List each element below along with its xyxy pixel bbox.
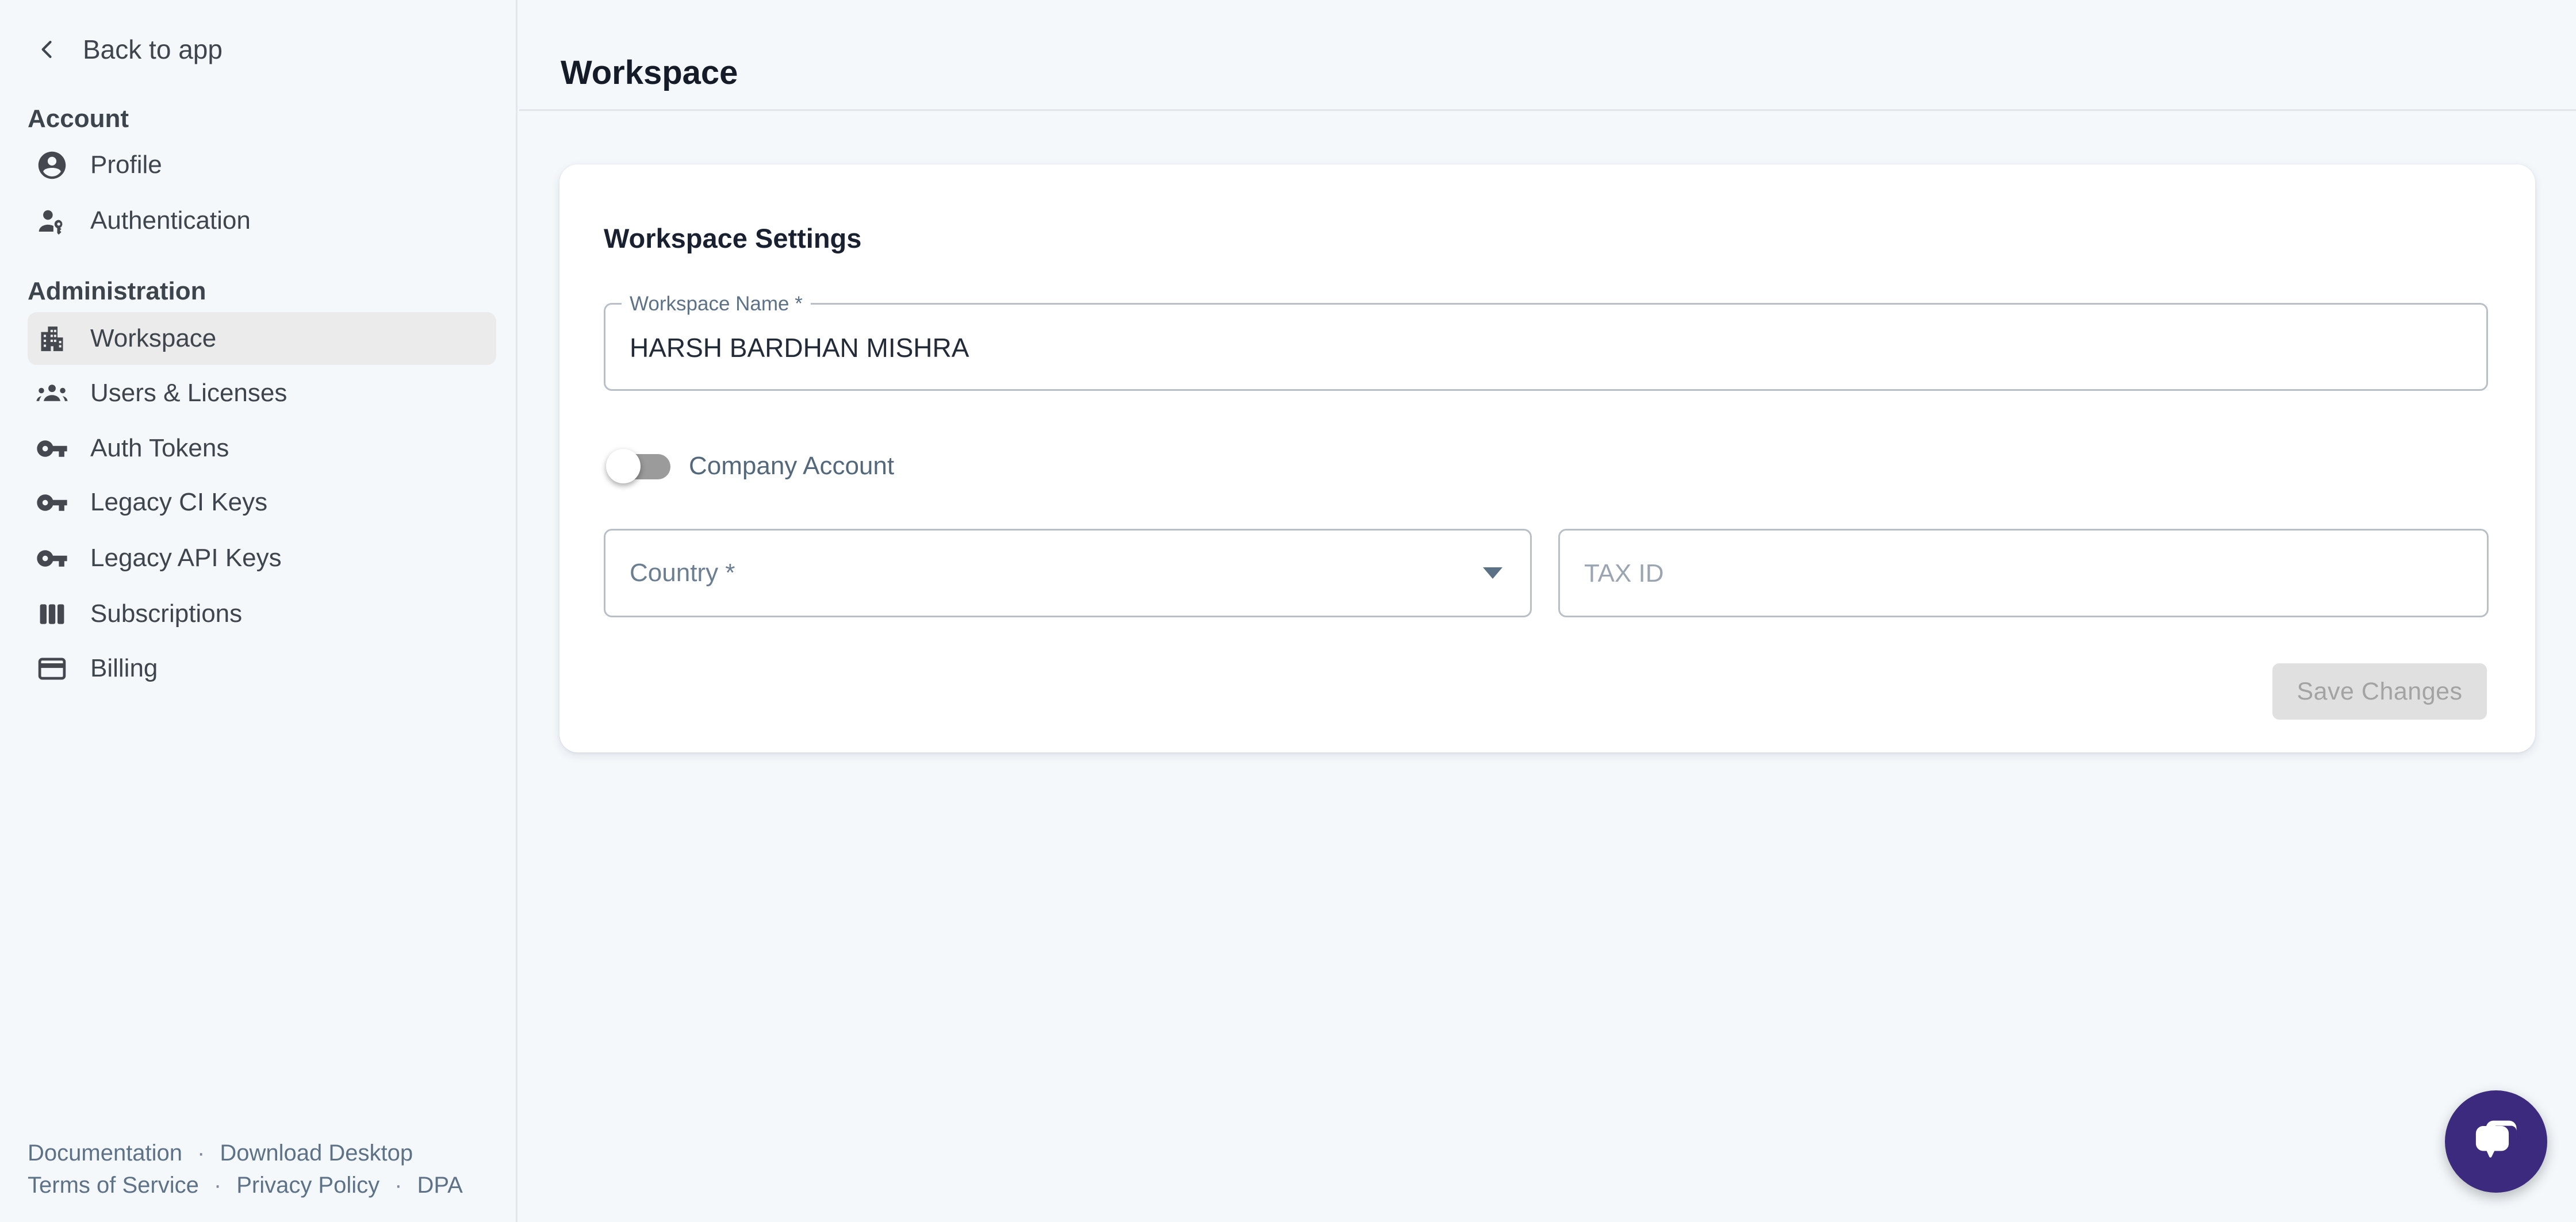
footer-link-dpa[interactable]: DPA: [417, 1173, 462, 1198]
sidebar-item-label: Authentication: [90, 206, 251, 235]
sidebar-item-subscriptions[interactable]: Subscriptions: [28, 593, 496, 635]
sidebar-item-label: Workspace: [90, 324, 216, 353]
sidebar-item-label: Auth Tokens: [90, 434, 229, 463]
sidebar-item-users-licenses[interactable]: Users & Licenses: [28, 372, 496, 414]
app-root: Back to app Account Profile Authenticati…: [0, 0, 2576, 1222]
country-select-label: Country *: [630, 559, 735, 587]
chat-icon: [2468, 1113, 2524, 1170]
country-select[interactable]: Country *: [604, 529, 1532, 617]
sidebar-item-label: Profile: [90, 151, 162, 179]
columns-icon: [36, 598, 68, 631]
sidebar-item-billing[interactable]: Billing: [28, 648, 496, 689]
sidebar-item-label: Legacy API Keys: [90, 544, 282, 572]
workspace-name-input[interactable]: [628, 305, 2460, 390]
workspace-settings-card: Workspace Settings Workspace Name * Comp…: [559, 164, 2535, 752]
sidebar: Back to app Account Profile Authenticati…: [0, 0, 518, 1222]
sidebar-item-profile[interactable]: Profile: [28, 144, 496, 186]
chevron-left-icon: [34, 37, 60, 62]
company-account-toggle[interactable]: [606, 447, 672, 485]
footer-separator: ·: [197, 1140, 205, 1166]
building-icon: [36, 322, 68, 355]
footer-separator: ·: [394, 1173, 402, 1198]
sidebar-item-legacy-api-keys[interactable]: Legacy API Keys: [28, 537, 496, 579]
sidebar-item-label: Subscriptions: [90, 600, 242, 628]
footer-link-privacy-policy[interactable]: Privacy Policy: [236, 1173, 379, 1198]
chat-widget-button[interactable]: [2445, 1090, 2547, 1193]
sidebar-item-label: Users & Licenses: [90, 379, 287, 408]
person-key-icon: [36, 205, 68, 237]
groups-icon: [36, 377, 68, 410]
footer-link-terms-of-service[interactable]: Terms of Service: [28, 1173, 199, 1198]
page-title: Workspace: [561, 55, 738, 91]
key-icon: [36, 542, 68, 575]
sidebar-item-legacy-ci-keys[interactable]: Legacy CI Keys: [28, 482, 496, 523]
key-icon: [36, 486, 68, 519]
sidebar-item-workspace[interactable]: Workspace: [28, 312, 496, 365]
key-icon: [36, 432, 68, 465]
footer-links-row-2: Terms of Service · Privacy Policy · DPA: [28, 1173, 463, 1198]
company-account-label: Company Account: [689, 454, 894, 479]
footer-links-row-1: Documentation · Download Desktop: [28, 1140, 413, 1166]
footer-link-documentation[interactable]: Documentation: [28, 1140, 182, 1166]
footer-separator: ·: [214, 1173, 221, 1198]
section-header-administration: Administration: [28, 279, 206, 304]
sidebar-item-label: Billing: [90, 654, 158, 683]
sidebar-item-authentication[interactable]: Authentication: [28, 200, 496, 241]
footer-link-download-desktop[interactable]: Download Desktop: [220, 1140, 413, 1166]
toggle-thumb: [606, 449, 641, 483]
tax-id-input[interactable]: [1583, 531, 2460, 617]
tax-id-field[interactable]: [1558, 529, 2489, 617]
section-header-account: Account: [28, 106, 129, 132]
sidebar-item-label: Legacy CI Keys: [90, 488, 267, 517]
back-to-app-button[interactable]: Back to app: [34, 29, 223, 70]
sidebar-item-auth-tokens[interactable]: Auth Tokens: [28, 428, 496, 469]
workspace-name-field[interactable]: Workspace Name *: [604, 303, 2488, 391]
back-to-app-label: Back to app: [83, 34, 223, 65]
save-changes-button[interactable]: Save Changes: [2272, 663, 2487, 720]
credit-card-icon: [36, 652, 68, 685]
dropdown-arrow-icon: [1483, 567, 1502, 579]
header-divider: [519, 109, 2576, 111]
person-icon: [36, 149, 68, 182]
card-title: Workspace Settings: [604, 224, 861, 253]
